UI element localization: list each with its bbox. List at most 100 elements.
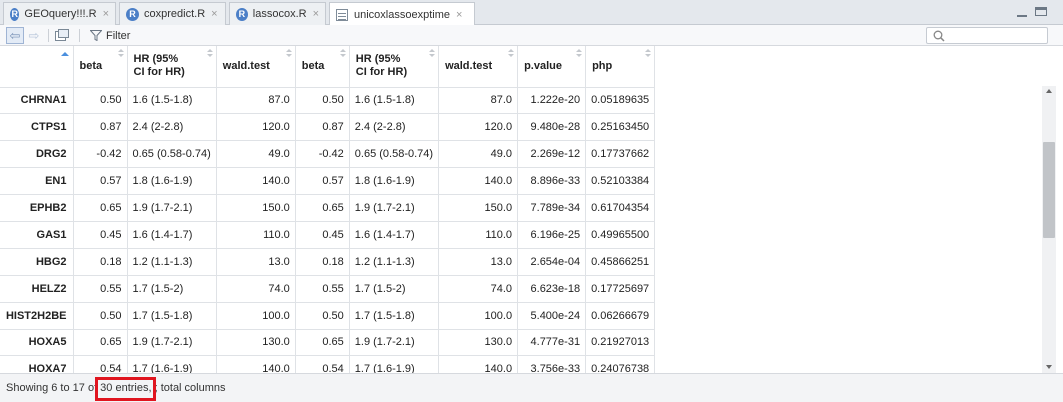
- tab-unicoxlassoexptime[interactable]: unicoxlassoexptime ×: [329, 2, 475, 26]
- table-cell[interactable]: 0.54: [73, 355, 128, 373]
- table-cell[interactable]: 1.2 (1.1-1.3): [127, 248, 217, 276]
- table-cell[interactable]: 140.0: [216, 355, 296, 373]
- table-cell[interactable]: 87.0: [216, 87, 296, 115]
- table-cell[interactable]: 0.25163450: [585, 113, 656, 142]
- table-cell[interactable]: 1.7 (1.5-2): [127, 275, 217, 303]
- table-cell[interactable]: 1.7 (1.5-1.8): [349, 302, 440, 330]
- table-cell[interactable]: 1.6 (1.4-1.7): [127, 221, 217, 249]
- table-cell[interactable]: 0.50: [73, 302, 128, 330]
- row-name-cell[interactable]: HBG2: [0, 248, 74, 276]
- table-cell[interactable]: 1.6 (1.5-1.8): [127, 87, 217, 115]
- popout-window-icon[interactable]: [55, 29, 69, 41]
- row-name-cell[interactable]: HOXA7: [0, 355, 74, 373]
- table-cell[interactable]: 0.65 (0.58-0.74): [127, 140, 217, 169]
- scroll-up-arrow-icon[interactable]: [1042, 86, 1056, 98]
- tab-lassocox[interactable]: R lassocox.R ×: [229, 2, 326, 25]
- table-cell[interactable]: 0.61704354: [585, 194, 656, 222]
- column-header-hr[interactable]: HR (95% CI for HR): [127, 46, 217, 88]
- forward-arrow-icon[interactable]: ⇨: [25, 27, 43, 44]
- table-cell[interactable]: 150.0: [216, 194, 296, 222]
- table-cell[interactable]: 100.0: [438, 302, 519, 330]
- table-cell[interactable]: 0.45: [295, 221, 350, 249]
- table-cell[interactable]: 6.623e-18: [517, 275, 587, 303]
- search-input[interactable]: [926, 27, 1048, 44]
- row-name-cell[interactable]: GAS1: [0, 221, 74, 249]
- table-cell[interactable]: 0.54: [295, 355, 350, 373]
- column-header-hr[interactable]: HR (95% CI for HR): [349, 46, 440, 88]
- table-cell[interactable]: 1.6 (1.4-1.7): [349, 221, 440, 249]
- table-cell[interactable]: 110.0: [216, 221, 296, 249]
- table-cell[interactable]: 1.6 (1.5-1.8): [349, 87, 440, 115]
- table-cell[interactable]: 87.0: [438, 87, 519, 115]
- table-cell[interactable]: 0.52103384: [585, 167, 656, 196]
- back-arrow-icon[interactable]: ⇦: [6, 27, 24, 44]
- table-cell[interactable]: 120.0: [216, 113, 296, 142]
- table-cell[interactable]: 1.7 (1.6-1.9): [127, 355, 217, 373]
- row-name-cell[interactable]: HELZ2: [0, 275, 74, 303]
- column-header-php[interactable]: php: [585, 46, 656, 88]
- close-icon[interactable]: ×: [103, 8, 109, 20]
- column-header-beta[interactable]: beta: [73, 46, 128, 88]
- table-cell[interactable]: 1.7 (1.5-1.8): [127, 302, 217, 330]
- table-cell[interactable]: 1.2 (1.1-1.3): [349, 248, 440, 276]
- table-cell[interactable]: 0.49965500: [585, 221, 656, 249]
- table-cell[interactable]: 1.8 (1.6-1.9): [127, 167, 217, 196]
- table-cell[interactable]: 1.9 (1.7-2.1): [127, 329, 217, 357]
- table-cell[interactable]: 13.0: [438, 248, 519, 276]
- table-cell[interactable]: 140.0: [438, 167, 519, 196]
- table-cell[interactable]: 130.0: [438, 329, 519, 357]
- table-cell[interactable]: 0.87: [295, 113, 350, 142]
- table-cell[interactable]: 0.50: [295, 87, 350, 115]
- table-cell[interactable]: 9.480e-28: [517, 113, 587, 142]
- close-icon[interactable]: ×: [456, 9, 462, 21]
- table-cell[interactable]: 0.45: [73, 221, 128, 249]
- table-cell[interactable]: 0.50: [73, 87, 128, 115]
- table-cell[interactable]: 0.45866251: [585, 248, 656, 276]
- table-cell[interactable]: 0.65: [295, 194, 350, 222]
- table-cell[interactable]: 0.21927013: [585, 329, 656, 357]
- table-cell[interactable]: 0.18: [73, 248, 128, 276]
- table-cell[interactable]: 1.8 (1.6-1.9): [349, 167, 440, 196]
- vertical-scrollbar[interactable]: [1042, 86, 1056, 373]
- row-name-cell[interactable]: HIST2H2BE: [0, 302, 74, 330]
- table-cell[interactable]: 110.0: [438, 221, 519, 249]
- table-cell[interactable]: 1.7 (1.6-1.9): [349, 355, 440, 373]
- table-cell[interactable]: 0.18: [295, 248, 350, 276]
- table-cell[interactable]: 0.05189635: [585, 87, 656, 115]
- table-cell[interactable]: 1.9 (1.7-2.1): [349, 194, 440, 222]
- table-cell[interactable]: 0.57: [295, 167, 350, 196]
- maximize-pane-icon[interactable]: [1035, 7, 1047, 16]
- table-cell[interactable]: 13.0: [216, 248, 296, 276]
- column-header-p-value[interactable]: p.value: [517, 46, 587, 88]
- table-cell[interactable]: 4.777e-31: [517, 329, 587, 357]
- table-cell[interactable]: 120.0: [438, 113, 519, 142]
- table-cell[interactable]: 2.4 (2-2.8): [127, 113, 217, 142]
- table-cell[interactable]: 1.7 (1.5-2): [349, 275, 440, 303]
- table-cell[interactable]: 7.789e-34: [517, 194, 587, 222]
- table-cell[interactable]: 6.196e-25: [517, 221, 587, 249]
- close-icon[interactable]: ×: [313, 8, 319, 20]
- table-cell[interactable]: 74.0: [216, 275, 296, 303]
- table-cell[interactable]: 0.50: [295, 302, 350, 330]
- column-header-rownames[interactable]: [0, 46, 74, 88]
- row-name-cell[interactable]: EN1: [0, 167, 74, 196]
- scrollbar-thumb[interactable]: [1043, 142, 1055, 238]
- table-cell[interactable]: 0.24076738: [585, 355, 656, 373]
- table-cell[interactable]: 0.57: [73, 167, 128, 196]
- table-cell[interactable]: 0.17737662: [585, 140, 656, 169]
- filter-button[interactable]: Filter: [90, 28, 130, 43]
- table-cell[interactable]: 0.65: [73, 194, 128, 222]
- table-cell[interactable]: 0.87: [73, 113, 128, 142]
- table-cell[interactable]: 140.0: [438, 355, 519, 373]
- table-cell[interactable]: 74.0: [438, 275, 519, 303]
- table-cell[interactable]: 8.896e-33: [517, 167, 587, 196]
- close-icon[interactable]: ×: [211, 8, 217, 20]
- table-cell[interactable]: 49.0: [438, 140, 519, 169]
- row-name-cell[interactable]: HOXA5: [0, 329, 74, 357]
- table-cell[interactable]: 1.9 (1.7-2.1): [349, 329, 440, 357]
- column-header-wald-test[interactable]: wald.test: [216, 46, 296, 88]
- row-name-cell[interactable]: CTPS1: [0, 113, 74, 142]
- table-cell[interactable]: 0.55: [73, 275, 128, 303]
- table-cell[interactable]: 2.654e-04: [517, 248, 587, 276]
- table-cell[interactable]: 5.400e-24: [517, 302, 587, 330]
